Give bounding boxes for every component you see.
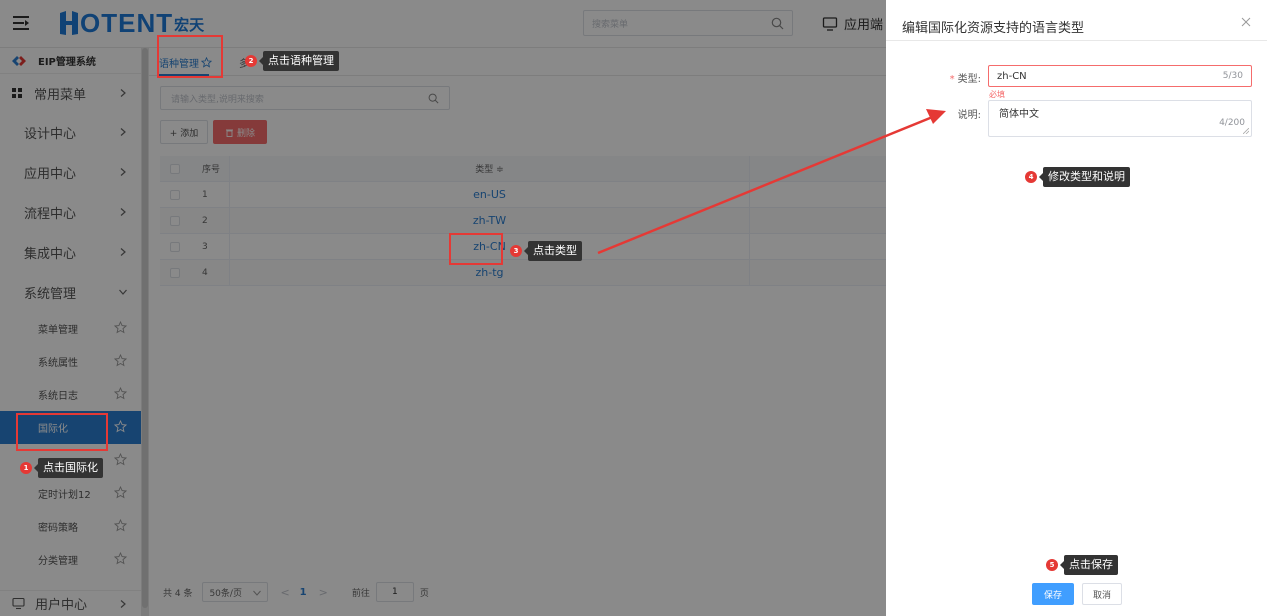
step-tip: 点击国际化 — [34, 458, 103, 478]
edit-language-drawer: 编辑国际化资源支持的语言类型 * 类型: zh-CN 5/30 必填 说明: 简体… — [886, 0, 1267, 616]
step-tip: 点击类型 — [524, 241, 582, 261]
annotation-step-1: 1 点击国际化 — [20, 458, 103, 478]
cancel-button[interactable]: 取消 — [1082, 583, 1122, 605]
type-error-message: 必填 — [989, 90, 1005, 99]
drawer-title: 编辑国际化资源支持的语言类型 — [902, 21, 1085, 36]
save-button[interactable]: 保存 — [1032, 583, 1074, 605]
required-mark: * — [949, 74, 955, 85]
highlight-box-type-cell — [449, 233, 503, 265]
step-number: 4 — [1025, 171, 1037, 183]
desc-char-count: 4/200 — [1219, 118, 1245, 128]
highlight-box-language-tab — [157, 35, 223, 78]
desc-label: 说明: — [957, 110, 981, 121]
app-root: OTENT 宏天 搜索菜单 应用端 EIP管理系统 常用菜单 设计中心 应用中心… — [0, 0, 1267, 616]
modal-overlay[interactable] — [0, 0, 886, 616]
type-label-text: 类型: — [957, 74, 981, 85]
type-input[interactable]: zh-CN 5/30 — [988, 65, 1252, 87]
close-icon[interactable] — [1241, 17, 1251, 27]
annotation-step-3: 3 点击类型 — [510, 241, 582, 261]
annotation-step-2: 2 点击语种管理 — [245, 51, 339, 71]
annotation-step-5: 5 点击保存 — [1046, 555, 1118, 575]
step-number: 1 — [20, 462, 32, 474]
type-label: * 类型: — [931, 70, 981, 85]
annotation-step-4: 4 修改类型和说明 — [1025, 167, 1130, 187]
type-input-value: zh-CN — [997, 70, 1027, 82]
description-textarea[interactable]: 简体中文 4/200 — [988, 100, 1252, 137]
step-tip: 点击保存 — [1060, 555, 1118, 575]
description-value: 简体中文 — [999, 109, 1039, 120]
step-number: 2 — [245, 55, 257, 67]
type-char-count: 5/30 — [1222, 71, 1243, 81]
drawer-divider — [886, 40, 1267, 41]
highlight-box-i18n — [16, 413, 108, 451]
step-tip: 修改类型和说明 — [1039, 167, 1130, 187]
step-number: 3 — [510, 245, 522, 257]
resize-grip-icon[interactable] — [1243, 128, 1249, 134]
step-tip: 点击语种管理 — [259, 51, 339, 71]
step-number: 5 — [1046, 559, 1058, 571]
